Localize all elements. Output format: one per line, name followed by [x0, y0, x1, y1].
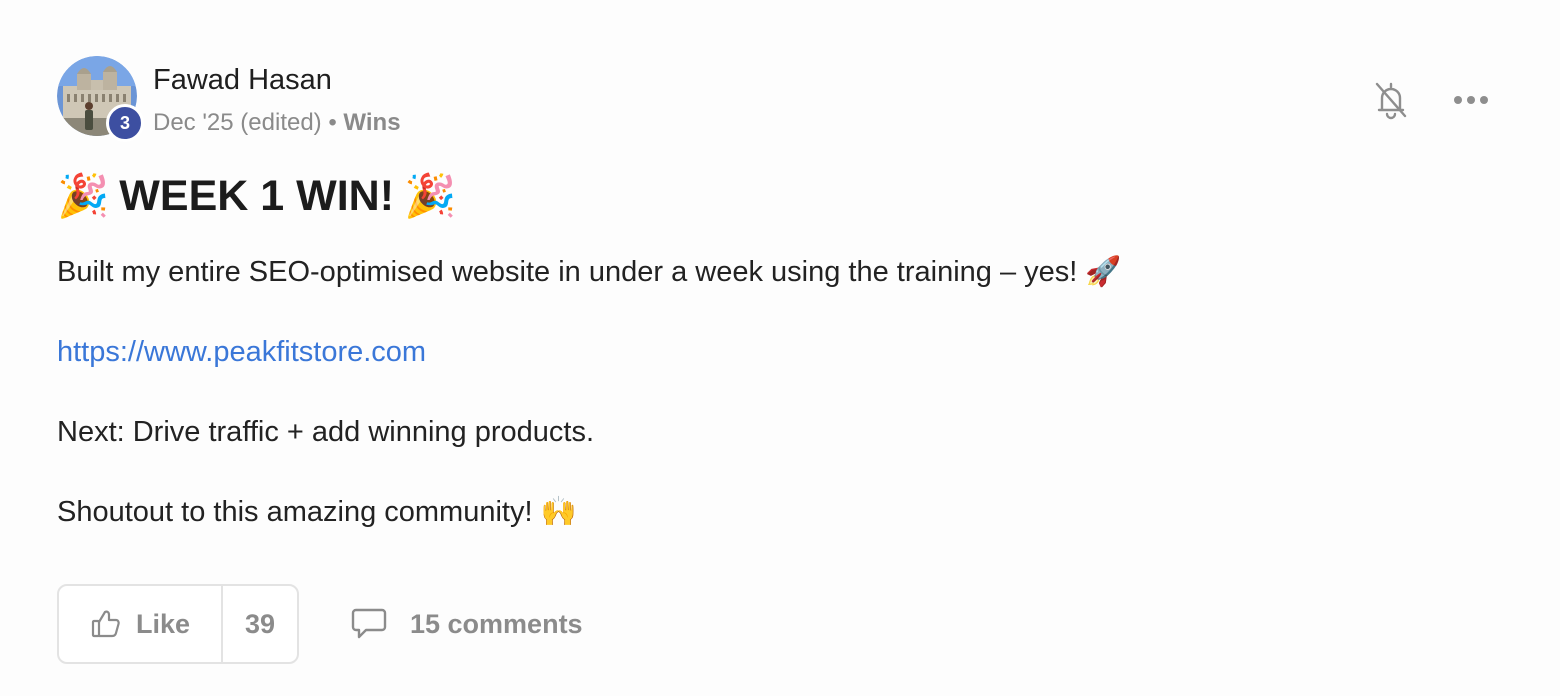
post-paragraph: Shoutout to this amazing community! 🙌: [57, 496, 577, 528]
author-avatar[interactable]: 3: [57, 56, 144, 142]
like-count[interactable]: 39: [223, 586, 297, 662]
comment-icon: [351, 608, 387, 639]
more-options-button[interactable]: [1448, 84, 1494, 116]
bell-off-icon: [1375, 82, 1407, 120]
thumbs-up-icon: [91, 610, 120, 638]
post-card: 3 Fawad Hasan Dec '25 (edited) • Wins 🎉: [0, 0, 1560, 696]
post-title-text: WEEK 1 WIN!: [119, 172, 395, 220]
comments-label: 15 comments: [410, 608, 583, 639]
party-popper-icon: 🎉: [57, 172, 110, 219]
like-control: Like 39: [57, 584, 299, 664]
post-meta: Dec '25 (edited) • Wins: [153, 107, 401, 139]
level-badge: 3: [106, 104, 144, 142]
post-paragraph: Next: Drive traffic + add winning produc…: [57, 416, 595, 448]
post-title: 🎉 WEEK 1 WIN! 🎉: [57, 168, 460, 224]
author-name[interactable]: Fawad Hasan: [153, 62, 332, 98]
like-label: Like: [135, 608, 191, 639]
post-paragraph: Built my entire SEO-optimised website in…: [57, 256, 1122, 288]
ellipsis-icon: [1454, 96, 1488, 104]
post-link[interactable]: https://www.peakfitstore.com: [57, 332, 426, 372]
notifications-toggle-button[interactable]: [1370, 78, 1412, 122]
comments-button[interactable]: 15 comments: [350, 602, 583, 646]
like-button[interactable]: Like: [59, 586, 223, 662]
party-popper-icon: 🎉: [404, 172, 457, 219]
post-category[interactable]: Wins: [343, 109, 400, 136]
meta-separator: •: [328, 109, 337, 136]
post-date: Dec '25 (edited): [153, 109, 322, 136]
